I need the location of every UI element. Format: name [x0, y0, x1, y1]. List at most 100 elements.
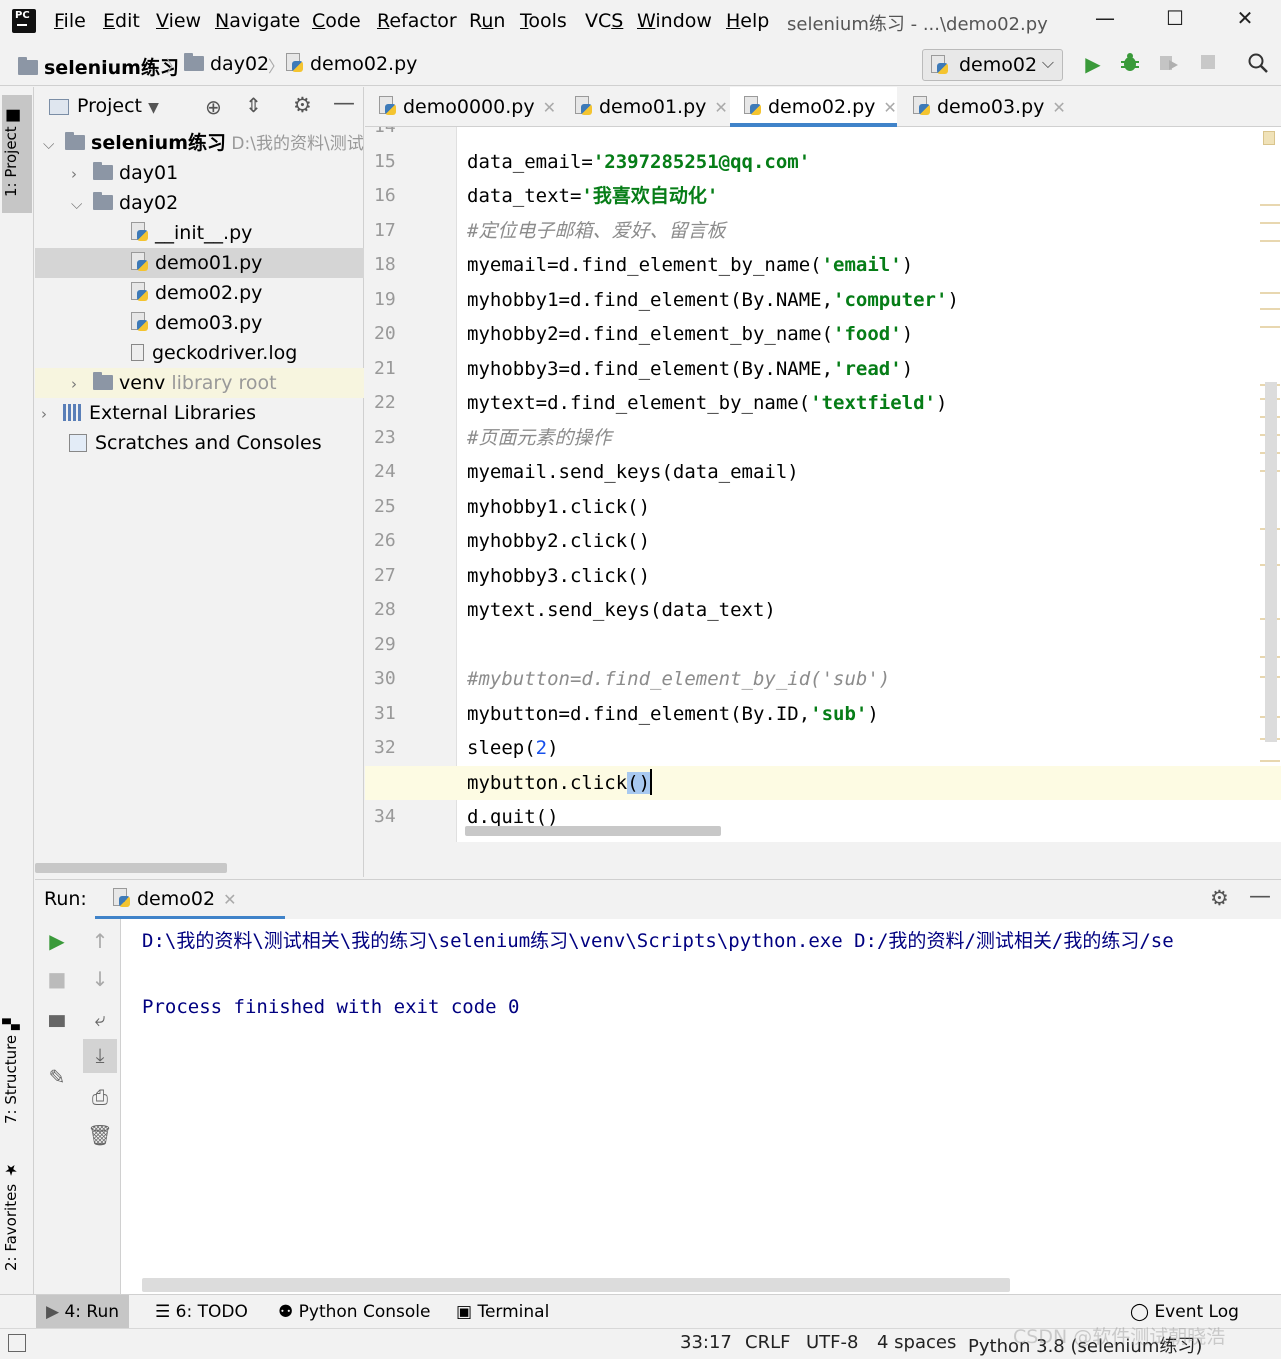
project-horizontal-scrollbar[interactable]	[35, 863, 227, 873]
stripe-marker[interactable]	[1260, 308, 1280, 310]
pin-icon[interactable]: ✎	[44, 1065, 70, 1091]
chevron-down-icon[interactable]: ⌵	[43, 129, 59, 158]
line-number: 26	[374, 530, 396, 551]
menu-tools[interactable]: Tools	[520, 10, 567, 32]
hide-icon[interactable]: —	[333, 91, 355, 116]
editor-vertical-scrollbar[interactable]	[1265, 382, 1277, 742]
layout-icon[interactable]: ▀	[44, 1015, 70, 1041]
collapse-all-icon[interactable]: ⇕	[245, 93, 262, 117]
menu-refactor[interactable]: Refactor	[377, 10, 457, 32]
print-icon[interactable]: ⎙	[87, 1085, 113, 1111]
line-number: 34	[374, 806, 396, 827]
close-button[interactable]: ✕	[1225, 6, 1265, 36]
line-number: 24	[374, 461, 396, 482]
up-arrow-icon[interactable]: ↑	[87, 929, 113, 955]
line-number: 19	[374, 288, 396, 310]
coverage-icon[interactable]	[1155, 52, 1181, 78]
tab-terminal[interactable]: ▣ Terminal	[446, 1295, 559, 1329]
tree-item[interactable]: demo03.py	[35, 308, 364, 338]
maximize-button[interactable]: ☐	[1155, 6, 1195, 36]
run-configuration-label: demo02	[959, 54, 1038, 76]
run-tab[interactable]: demo02 ✕	[95, 880, 285, 920]
debug-icon[interactable]	[1117, 52, 1143, 78]
code-token: myemail.send_keys(data_email)	[467, 461, 799, 483]
hide-icon[interactable]: —	[1249, 884, 1271, 909]
code-comment: #页面元素的操作	[467, 426, 612, 449]
code-token: )	[901, 254, 914, 276]
chevron-right-icon[interactable]: ›	[71, 369, 87, 398]
menu-view[interactable]: View	[156, 10, 201, 32]
tree-item[interactable]: ⌵ day02	[35, 188, 364, 218]
minimize-button[interactable]: —	[1085, 6, 1125, 36]
menu-vcs[interactable]: VCS	[585, 10, 623, 32]
inspection-status-icon[interactable]	[1263, 131, 1275, 145]
run-configuration-select[interactable]: demo02 ⌵	[922, 49, 1063, 81]
stripe-marker[interactable]	[1260, 204, 1280, 206]
python-file-icon	[379, 96, 397, 116]
stripe-marker[interactable]	[1260, 326, 1280, 328]
stop-icon[interactable]: ■	[44, 967, 70, 993]
stripe-marker[interactable]	[1260, 222, 1280, 224]
run-console[interactable]	[121, 919, 1281, 1294]
tree-item[interactable]: › venv library root	[35, 368, 364, 398]
code-token: myhobby2.click()	[467, 530, 651, 552]
tree-item[interactable]: demo01.py	[35, 248, 364, 278]
console-horizontal-scrollbar[interactable]	[142, 1278, 1010, 1292]
soft-wrap-icon[interactable]: ⤶	[87, 1007, 113, 1033]
chevron-right-icon[interactable]: ›	[71, 159, 87, 188]
tree-item-label: day01	[119, 162, 179, 184]
search-icon[interactable]	[1245, 52, 1271, 78]
line-separator[interactable]: CRLF	[745, 1332, 790, 1353]
gear-icon[interactable]: ⚙	[1210, 886, 1229, 910]
breadcrumb-folder[interactable]: day02	[184, 53, 269, 75]
stripe-marker[interactable]	[1260, 292, 1280, 294]
menu-navigate[interactable]: Navigate	[215, 10, 300, 32]
breadcrumb-file[interactable]: demo02.py	[286, 53, 417, 75]
project-tool-tab[interactable]: 1: Project ▆	[2, 95, 32, 213]
structure-tool-tab[interactable]: 7: Structure ▞	[2, 1007, 32, 1135]
breadcrumb-separator-icon: 〉	[268, 57, 285, 76]
tree-item[interactable]: › day01	[35, 158, 364, 188]
editor-horizontal-scrollbar[interactable]	[465, 826, 721, 836]
breadcrumb-project[interactable]: selenium练习	[18, 53, 179, 80]
chevron-right-icon[interactable]: ›	[41, 399, 57, 428]
tab-run[interactable]: ▶ 4: Run	[36, 1295, 130, 1329]
gear-icon[interactable]: ⚙	[293, 93, 312, 117]
folder-icon	[93, 162, 114, 180]
chevron-down-icon[interactable]: ⌵	[71, 189, 87, 218]
tool-windows-icon[interactable]	[8, 1334, 26, 1352]
rerun-icon[interactable]: ▶	[44, 929, 70, 955]
file-encoding[interactable]: UTF-8	[806, 1332, 858, 1353]
stop-icon[interactable]	[1195, 52, 1221, 78]
close-tab-icon[interactable]: ✕	[223, 890, 236, 909]
breadcrumb-separator-icon: 〉	[166, 57, 183, 76]
down-arrow-icon[interactable]: ↓	[87, 967, 113, 993]
run-icon[interactable]: ▶	[1080, 52, 1106, 78]
stripe-marker[interactable]	[1260, 760, 1280, 762]
tab-todo[interactable]: ☰ 6: TODO	[145, 1295, 258, 1329]
code-token: d.quit()	[467, 806, 559, 828]
code-token: myhobby3=d.find_element(By.NAME,	[467, 357, 834, 380]
project-view-select[interactable]: Project ▼	[77, 95, 159, 117]
tree-item[interactable]: __init__.py	[35, 218, 364, 248]
tree-item[interactable]: demo02.py	[35, 278, 364, 308]
menu-file[interactable]: File	[54, 10, 86, 32]
locate-icon[interactable]: ⊕	[205, 95, 222, 119]
stripe-marker[interactable]	[1260, 240, 1280, 242]
code-token: myhobby2=d.find_element_by_name(	[467, 323, 834, 345]
tree-item[interactable]: geckodriver.log	[35, 338, 364, 368]
tree-item[interactable]: ⌵ selenium练习 D:\我的资料\测试	[35, 128, 364, 158]
caret-position[interactable]: 33:17	[680, 1332, 732, 1353]
favorites-tool-tab[interactable]: 2: Favorites ★	[2, 1155, 32, 1277]
menu-window[interactable]: Window	[637, 10, 712, 32]
trash-icon[interactable]: 🗑	[87, 1123, 113, 1149]
menu-run[interactable]: Run	[469, 10, 505, 32]
menu-code[interactable]: Code	[312, 10, 361, 32]
tree-item[interactable]: Scratches and Consoles	[35, 428, 364, 458]
tab-python-console[interactable]: ⚉ Python Console	[268, 1295, 440, 1329]
indent-setting[interactable]: 4 spaces	[877, 1332, 956, 1353]
menu-help[interactable]: Help	[726, 10, 769, 32]
line-number-gutter: 1415161718192021222324252627282930313233…	[365, 127, 457, 842]
tree-item[interactable]: › External Libraries	[35, 398, 364, 428]
menu-edit[interactable]: Edit	[103, 10, 140, 32]
